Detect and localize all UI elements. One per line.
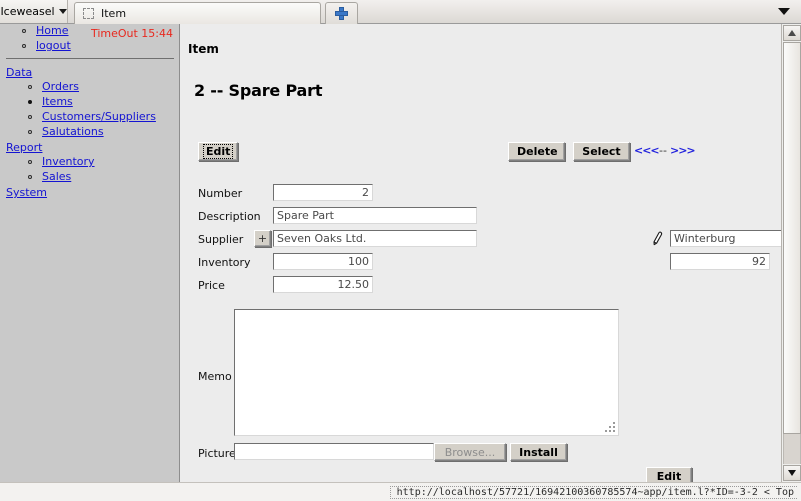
edit-button-top[interactable]: Edit [198, 142, 239, 161]
price-input[interactable] [273, 276, 373, 293]
supplier-label: Supplier [198, 233, 244, 246]
sidebar-item-logout[interactable]: logout [18, 39, 179, 53]
chevron-down-icon [58, 9, 67, 14]
number-input[interactable] [273, 184, 373, 201]
status-url-text: http://localhost/57721/16942100360785574… [389, 486, 797, 499]
sidebar-group-label-data[interactable]: Data [0, 65, 179, 80]
tab-title: Item [101, 7, 127, 20]
supplier-input[interactable] [273, 230, 477, 247]
pencil-icon[interactable] [651, 231, 665, 246]
sidebar-sublist-data: Orders Items Customers/Suppliers Salutat… [0, 80, 179, 139]
sidebar-sublist-report: Inventory Sales [0, 155, 179, 184]
sidebar-item-home[interactable]: Home [18, 24, 179, 38]
new-tab-button[interactable] [325, 2, 358, 24]
app-menu-label: Iceweasel [0, 5, 55, 18]
sidebar-group-label-system[interactable]: System [0, 185, 179, 200]
sidebar-item-sales[interactable]: Sales [24, 170, 179, 184]
scroll-down-button[interactable] [783, 465, 801, 481]
sidebar-group-report: Report Inventory Sales [0, 140, 179, 184]
sidebar-divider [6, 58, 174, 59]
sidebar-item-inventory[interactable]: Inventory [24, 155, 179, 169]
status-bar: http://localhost/57721/16942100360785574… [0, 482, 801, 501]
triangle-up-icon [788, 30, 796, 36]
content-area: Item 2 -- Spare Part Edit Delete Select … [181, 24, 781, 482]
sidebar-item-label: logout [36, 39, 71, 52]
supplier-city-input[interactable] [670, 230, 781, 247]
sidebar-item-label: Sales [42, 170, 72, 183]
scrollbar-thumb[interactable] [783, 42, 801, 434]
number-label: Number [198, 187, 243, 200]
picture-label: Picture [198, 447, 236, 460]
triangle-down-icon [788, 470, 796, 476]
plus-icon [335, 7, 348, 20]
edit-button-bottom[interactable]: Edit [646, 467, 692, 482]
scrollbar-track[interactable] [783, 434, 801, 464]
edit-button-top-label: Edit [203, 144, 234, 159]
inventory-label: Inventory [198, 256, 251, 269]
app-menu-button[interactable]: Iceweasel [0, 0, 68, 23]
sidebar-top-nav: Home logout [0, 24, 179, 53]
sidebar-group-system: System [0, 185, 179, 200]
sidebar-group-data: Data Orders Items Customers/Suppliers Sa… [0, 65, 179, 139]
sidebar-group-label-report[interactable]: Report [0, 140, 179, 155]
sidebar-item-salutations[interactable]: Salutations [24, 125, 179, 139]
browse-button[interactable]: Browse... [434, 443, 506, 461]
inventory-secondary-input[interactable] [670, 253, 770, 270]
supplier-add-button[interactable]: + [254, 230, 271, 247]
tab-item[interactable]: Item [74, 2, 321, 24]
install-button[interactable]: Install [510, 443, 567, 461]
chevron-down-icon [778, 8, 790, 15]
description-input[interactable] [273, 207, 477, 224]
sidebar-item-orders[interactable]: Orders [24, 80, 179, 94]
sidebar-item-label: Home [36, 24, 69, 37]
sidebar-item-label: Customers/Suppliers [42, 110, 156, 123]
favicon-placeholder-icon [83, 8, 94, 19]
price-label: Price [198, 279, 225, 292]
tab-list-menu-button[interactable] [771, 0, 797, 23]
description-label: Description [198, 210, 261, 223]
page-kind-heading: Item [188, 42, 219, 56]
delete-button[interactable]: Delete [508, 142, 565, 161]
vertical-scrollbar[interactable] [781, 24, 801, 482]
memo-textarea[interactable] [234, 309, 619, 436]
sidebar-item-label: Inventory [42, 155, 95, 168]
previous-record-link[interactable]: <<< [634, 144, 660, 157]
page-title: 2 -- Spare Part [194, 81, 323, 100]
sidebar-item-customers-suppliers[interactable]: Customers/Suppliers [24, 110, 179, 124]
select-button[interactable]: Select [573, 142, 630, 161]
sidebar-item-label: Orders [42, 80, 79, 93]
sidebar: TimeOut 15:44 Home logout Data Orders It… [0, 24, 180, 482]
scroll-up-button[interactable] [783, 25, 801, 41]
sidebar-item-label: Salutations [42, 125, 104, 138]
inventory-input[interactable] [273, 253, 373, 270]
memo-label: Memo [198, 370, 232, 383]
next-record-link[interactable]: >>> [670, 144, 696, 157]
sidebar-item-items[interactable]: Items [24, 95, 179, 109]
nav-separator: -- [659, 144, 667, 157]
picture-path-input[interactable] [234, 443, 434, 460]
page-viewport: TimeOut 15:44 Home logout Data Orders It… [0, 24, 801, 482]
browser-chrome: Iceweasel Item [0, 0, 801, 24]
resize-grip-icon[interactable] [605, 422, 616, 433]
sidebar-item-label: Items [42, 95, 73, 108]
